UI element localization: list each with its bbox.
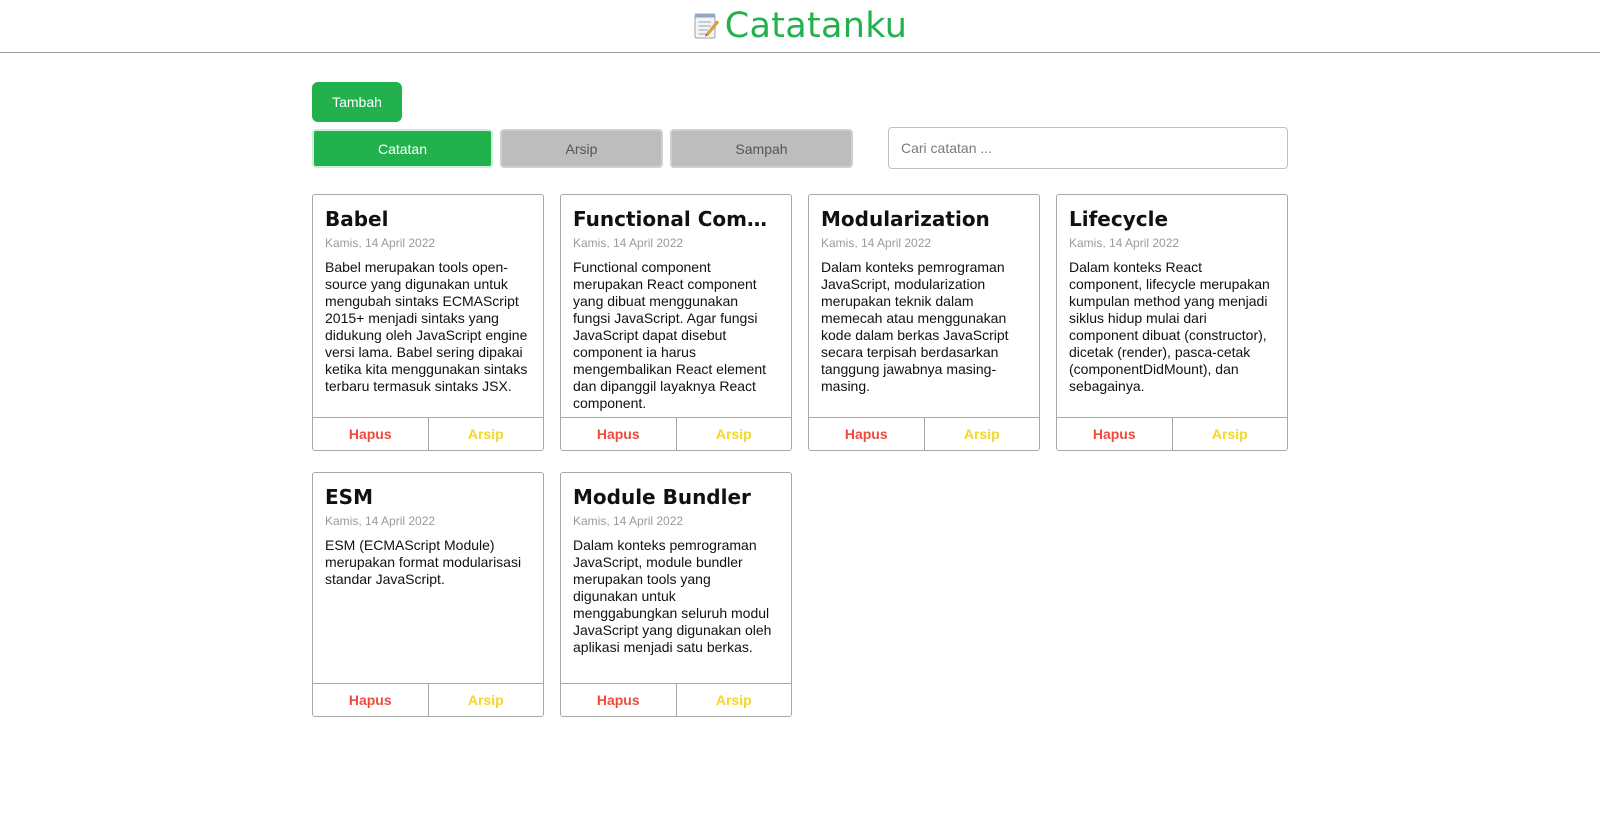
note-text: Dalam konteks pemrograman JavaScript, mo… — [821, 259, 1009, 394]
note-date: Kamis, 14 April 2022 — [325, 514, 436, 528]
note-text: Functional component merupakan React com… — [573, 259, 766, 411]
note-actions: Hapus Arsip — [313, 683, 543, 716]
tab-catatan[interactable]: Catatan — [312, 129, 493, 168]
note-body: Lifecycle Kamis, 14 April 2022 Dalam kon… — [1057, 195, 1287, 417]
app-header: Catatanku — [0, 0, 1600, 53]
note-actions: Hapus Arsip — [561, 683, 791, 716]
archive-button[interactable]: Arsip — [427, 684, 543, 716]
archive-button[interactable]: Arsip — [427, 418, 543, 450]
note-body: Functional Compon… Kamis, 14 April 2022 … — [561, 195, 791, 417]
tab-arsip[interactable]: Arsip — [500, 129, 663, 168]
note-title: Modularization — [821, 207, 990, 231]
archive-button[interactable]: Arsip — [675, 418, 791, 450]
note-card: Modularization Kamis, 14 April 2022 Dala… — [808, 194, 1040, 451]
note-text: Dalam konteks React component, lifecycle… — [1069, 259, 1270, 394]
note-actions: Hapus Arsip — [809, 417, 1039, 450]
delete-button[interactable]: Hapus — [561, 418, 676, 450]
note-title: Module Bundler — [573, 485, 751, 509]
note-date: Kamis, 14 April 2022 — [573, 236, 684, 250]
note-text: Dalam konteks pemrograman JavaScript, mo… — [573, 537, 772, 655]
brand: Catatanku — [693, 6, 908, 46]
note-date: Kamis, 14 April 2022 — [1069, 236, 1180, 250]
note-body: Module Bundler Kamis, 14 April 2022 Dala… — [561, 473, 791, 683]
archive-button[interactable]: Arsip — [675, 684, 791, 716]
archive-button[interactable]: Arsip — [1171, 418, 1287, 450]
note-title: ESM — [325, 485, 373, 509]
note-actions: Hapus Arsip — [313, 417, 543, 450]
note-card: Lifecycle Kamis, 14 April 2022 Dalam kon… — [1056, 194, 1288, 451]
note-body: Babel Kamis, 14 April 2022 Babel merupak… — [313, 195, 543, 417]
toolbar: Catatan Arsip Sampah — [312, 127, 1288, 171]
note-title: Babel — [325, 207, 389, 231]
delete-button[interactable]: Hapus — [561, 684, 676, 716]
note-card: Functional Compon… Kamis, 14 April 2022 … — [560, 194, 792, 451]
app-title: Catatanku — [724, 6, 908, 46]
note-date: Kamis, 14 April 2022 — [325, 236, 436, 250]
memo-icon — [694, 13, 719, 39]
add-note-button[interactable]: Tambah — [312, 82, 402, 122]
note-title: Functional Compon… — [573, 207, 779, 231]
note-card: ESM Kamis, 14 April 2022 ESM (ECMAScript… — [312, 472, 544, 717]
note-actions: Hapus Arsip — [1057, 417, 1287, 450]
note-title: Lifecycle — [1069, 207, 1169, 231]
delete-button[interactable]: Hapus — [809, 418, 924, 450]
note-date: Kamis, 14 April 2022 — [573, 514, 684, 528]
note-actions: Hapus Arsip — [561, 417, 791, 450]
note-card: Babel Kamis, 14 April 2022 Babel merupak… — [312, 194, 544, 451]
note-text: ESM (ECMAScript Module) merupakan format… — [325, 537, 522, 587]
tab-sampah[interactable]: Sampah — [670, 129, 853, 168]
delete-button[interactable]: Hapus — [1057, 418, 1172, 450]
note-body: ESM Kamis, 14 April 2022 ESM (ECMAScript… — [313, 473, 543, 683]
delete-button[interactable]: Hapus — [313, 418, 428, 450]
delete-button[interactable]: Hapus — [313, 684, 428, 716]
note-date: Kamis, 14 April 2022 — [821, 236, 932, 250]
search-input[interactable] — [888, 127, 1288, 169]
note-body: Modularization Kamis, 14 April 2022 Dala… — [809, 195, 1039, 417]
main-content: Tambah Catatan Arsip Sampah Babel Kamis,… — [312, 82, 1288, 717]
note-text: Babel merupakan tools open-source yang d… — [325, 259, 528, 394]
note-card: Module Bundler Kamis, 14 April 2022 Dala… — [560, 472, 792, 717]
archive-button[interactable]: Arsip — [923, 418, 1039, 450]
